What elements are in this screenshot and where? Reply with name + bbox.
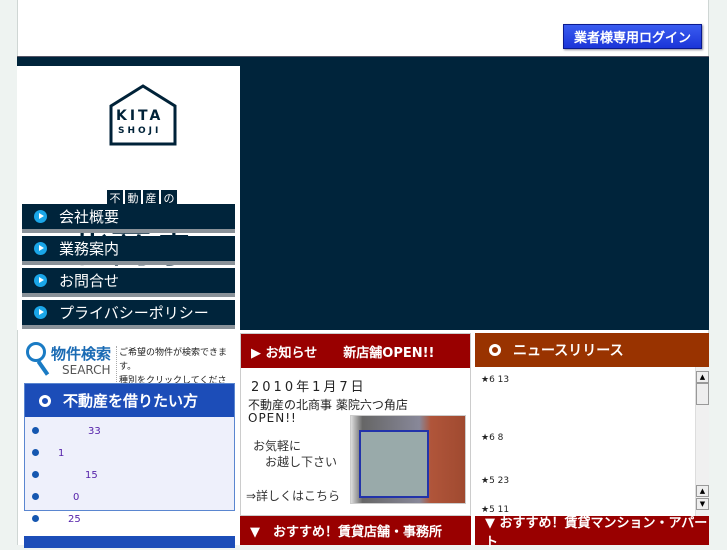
- logo-kita: KITA: [116, 108, 164, 124]
- arrow-circle-icon: [34, 242, 47, 255]
- rent-category-item[interactable]: 25: [25, 507, 234, 529]
- ring-icon: [39, 394, 51, 407]
- menu-label: プライバシーポリシー: [59, 304, 209, 322]
- notice-line: お気軽に: [253, 439, 302, 453]
- magnifier-handle-icon: [36, 360, 50, 376]
- scroll-down-icon[interactable]: ▼: [696, 498, 709, 510]
- store-photo[interactable]: [350, 415, 466, 504]
- bullet-icon: [32, 493, 39, 500]
- dealer-login-button[interactable]: 業者様専用ログイン: [563, 24, 702, 49]
- notice-text: お気軽に お越し下さい: [253, 438, 337, 470]
- second-panel-header: [24, 536, 235, 548]
- scroll-thumb[interactable]: [696, 383, 709, 405]
- menu-label: 業務案内: [59, 240, 120, 258]
- news-item[interactable]: ★6 8: [481, 433, 503, 443]
- notice-details-link[interactable]: ⇒詳しくはこちら: [246, 487, 340, 504]
- bullet-icon: [32, 471, 39, 478]
- rent-header: 不動産を借りたい方: [25, 384, 234, 417]
- news-title: ニュースリリース: [513, 343, 624, 359]
- menu-contact[interactable]: お問合せ: [22, 268, 235, 297]
- notice-date: 2010年1月7日: [251, 380, 367, 395]
- news-item[interactable]: ★6 13: [481, 375, 509, 385]
- arrow-circle-icon: [34, 210, 47, 223]
- logo-shoji: SHOJI: [118, 126, 162, 136]
- rent-category-item[interactable]: 33: [25, 419, 234, 441]
- news-header: ニュースリリース: [475, 333, 709, 367]
- scroll-up-icon[interactable]: ▲: [696, 485, 709, 497]
- rent-category-item[interactable]: 0: [25, 485, 234, 507]
- news-scrollbar[interactable]: ▲ ▲ ▼: [695, 367, 709, 516]
- rent-category-item[interactable]: 15: [25, 463, 234, 485]
- rent-count: 33: [88, 426, 101, 437]
- menu-company-overview[interactable]: 会社概要: [22, 204, 235, 233]
- search-title-en: SEARCH: [62, 363, 111, 377]
- rent-count: 0: [73, 492, 80, 503]
- rent-title: 不動産を借りたい方: [63, 392, 199, 410]
- rent-count: 1: [58, 448, 65, 459]
- arrow-circle-icon: [34, 274, 47, 287]
- rent-count: 25: [68, 514, 81, 525]
- desc-line: ご希望の物件が検索できます。: [119, 348, 228, 372]
- bullet-icon: [32, 449, 39, 456]
- ring-icon: [489, 344, 501, 356]
- rent-panel: 不動産を借りたい方 33 1 15 0 25: [24, 383, 235, 525]
- rent-category-item[interactable]: 1: [25, 441, 234, 463]
- news-item[interactable]: ★5 23: [481, 476, 509, 486]
- magnifier-icon: [26, 342, 46, 362]
- notice-line: お越し下さい: [253, 455, 338, 469]
- store-door: [359, 430, 429, 498]
- news-panel: ニュースリリース ★6 13 ★6 8 ★5 23 ★5 11 ▲ ▲ ▼: [475, 333, 709, 516]
- arrow-circle-icon: [34, 306, 47, 319]
- menu-services[interactable]: 業務案内: [22, 236, 235, 265]
- property-search-header: 物件検索 SEARCH ご希望の物件が検索できます。種別をクリックしてください。: [24, 340, 238, 402]
- search-title: 物件検索: [51, 345, 112, 363]
- notice-header: ▶ お知らせ 新店舗OPEN!!: [241, 334, 470, 368]
- recommend-shop-header[interactable]: ▼ おすすめ！賃貸店舗・事務所: [240, 516, 471, 545]
- rent-count: 15: [85, 470, 98, 481]
- bullet-icon: [32, 427, 39, 434]
- recommend-mansion-header[interactable]: ▼ おすすめ！賃貸マンション・アパート: [475, 516, 709, 550]
- bullet-icon: [32, 515, 39, 522]
- menu-label: お問合せ: [59, 272, 120, 290]
- scroll-up-icon[interactable]: ▲: [696, 371, 709, 383]
- menu-privacy-policy[interactable]: プライバシーポリシー: [22, 300, 235, 329]
- notice-panel: ▶ お知らせ 新店舗OPEN!! 2010年1月7日 不動産の北商事 薬院六つ角…: [240, 333, 471, 516]
- notice-text: OPEN!!: [248, 411, 297, 425]
- menu-label: 会社概要: [59, 208, 120, 226]
